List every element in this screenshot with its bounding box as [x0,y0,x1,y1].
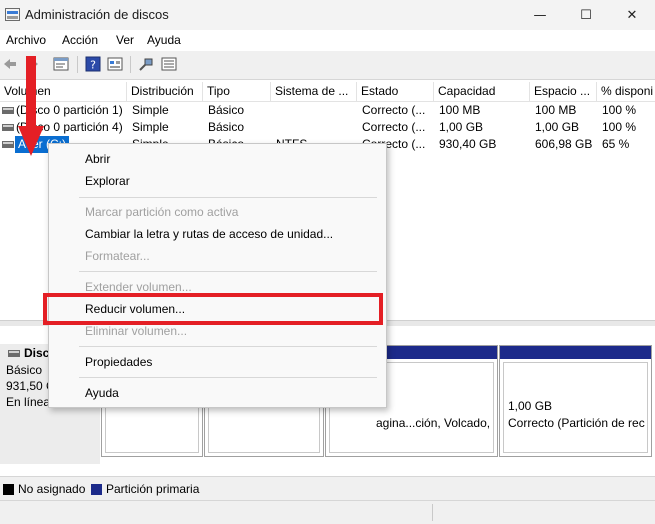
maximize-button[interactable]: ☐ [563,0,609,30]
menu-item-delete-volume: Eliminar volumen... [85,324,188,338]
cell-percent-free: 100 % [602,103,637,117]
cell-free-space: 100 MB [535,103,577,117]
menu-item-change-drive-letter[interactable]: Cambiar la letra y rutas de acceso de un… [85,227,333,241]
column-header-type[interactable]: Tipo [203,82,271,101]
disk-icon [8,350,20,357]
table-row[interactable]: (Disco 0 partición 1) Simple Básico Corr… [0,102,655,119]
cell-layout: Simple [132,120,169,134]
close-button[interactable]: ✕ [609,0,655,30]
legend-swatch-primary [91,484,102,495]
cell-layout: Simple [132,103,169,117]
menu-separator [79,197,377,198]
partition-block[interactable]: 1,00 GB Correcto (Partición de rec [499,345,652,457]
connect-icon[interactable] [138,56,154,72]
cell-free-space: 1,00 GB [535,120,580,134]
cell-percent-free: 65 % [602,137,630,151]
annotation-arrow-icon [18,56,44,156]
menu-item-format: Formatear... [85,249,150,263]
cell-capacity: 100 MB [439,103,481,117]
menu-separator [79,377,377,378]
toolbar-separator [77,56,78,73]
drive-icon [2,107,14,114]
list-header: Volumen Distribución Tipo Sistema de ...… [0,82,655,102]
menu-separator [79,346,377,347]
column-header-filesystem[interactable]: Sistema de ... [271,82,357,101]
properties-icon[interactable] [53,56,69,72]
menu-item-extend-volume: Extender volumen... [85,280,192,294]
title-bar: Administración de discos — ☐ ✕ [0,0,655,30]
menu-item-explore[interactable]: Explorar [85,174,130,188]
window-title: Administración de discos [25,7,169,22]
menu-separator [79,271,377,272]
cell-status: Correcto (... [362,120,426,134]
cell-percent-free: 100 % [602,120,637,134]
disk-management-icon [5,8,20,21]
menu-ver[interactable]: Ver [116,33,134,47]
menu-accion[interactable]: Acción [62,33,98,47]
legend-swatch-unallocated [3,484,14,495]
legend-label-primary: Partición primaria [106,482,200,496]
column-header-capacity[interactable]: Capacidad [434,82,530,101]
drive-icon [2,141,14,148]
cell-type: Básico [208,103,245,117]
partition-size: 1,00 GB [508,399,553,413]
menu-archivo[interactable]: Archivo [6,33,46,47]
disk-type: Básico [6,363,43,377]
refresh-icon[interactable] [107,56,123,72]
cell-status: Correcto (... [362,103,426,117]
cell-free-space: 606,98 GB [535,137,593,151]
cell-capacity: 1,00 GB [439,120,484,134]
menu-item-open[interactable]: Abrir [85,152,110,166]
cell-capacity: 930,40 GB [439,137,497,151]
toolbar-separator [130,56,131,73]
partition-bar [500,346,651,359]
annotation-highlight-box [43,293,383,325]
partition-status: Correcto (Partición de rec [508,416,645,430]
column-header-free-space[interactable]: Espacio ... [530,82,597,101]
context-menu: Abrir Explorar Marcar partición como act… [48,143,387,408]
minimize-button[interactable]: — [517,0,563,30]
table-row[interactable]: (Disco 0 partición 4) Simple Básico Corr… [0,119,655,136]
column-header-percent-free[interactable]: % disponi [597,82,655,101]
column-header-status[interactable]: Estado [357,82,434,101]
menu-item-mark-active: Marcar partición como activa [85,205,239,219]
menu-item-properties[interactable]: Propiedades [85,355,152,369]
cell-type: Básico [208,120,245,134]
column-header-layout[interactable]: Distribución [127,82,203,101]
menu-bar: Archivo Acción Ver Ayuda [0,30,655,51]
disk-state: En línea [6,395,51,409]
status-divider [432,504,433,521]
status-bar [0,500,655,524]
help-icon[interactable]: ? [85,56,101,72]
svg-text:?: ? [90,59,96,72]
drive-icon [2,124,14,131]
toolbar: ? [0,51,655,80]
menu-item-help[interactable]: Ayuda [85,386,119,400]
list-icon[interactable] [161,56,177,72]
legend-label-unallocated: No asignado [18,482,86,496]
partition-status: agina...ción, Volcado, [376,416,491,430]
menu-ayuda[interactable]: Ayuda [147,33,181,47]
back-icon[interactable] [2,56,18,72]
legend: No asignado Partición primaria [0,476,655,501]
